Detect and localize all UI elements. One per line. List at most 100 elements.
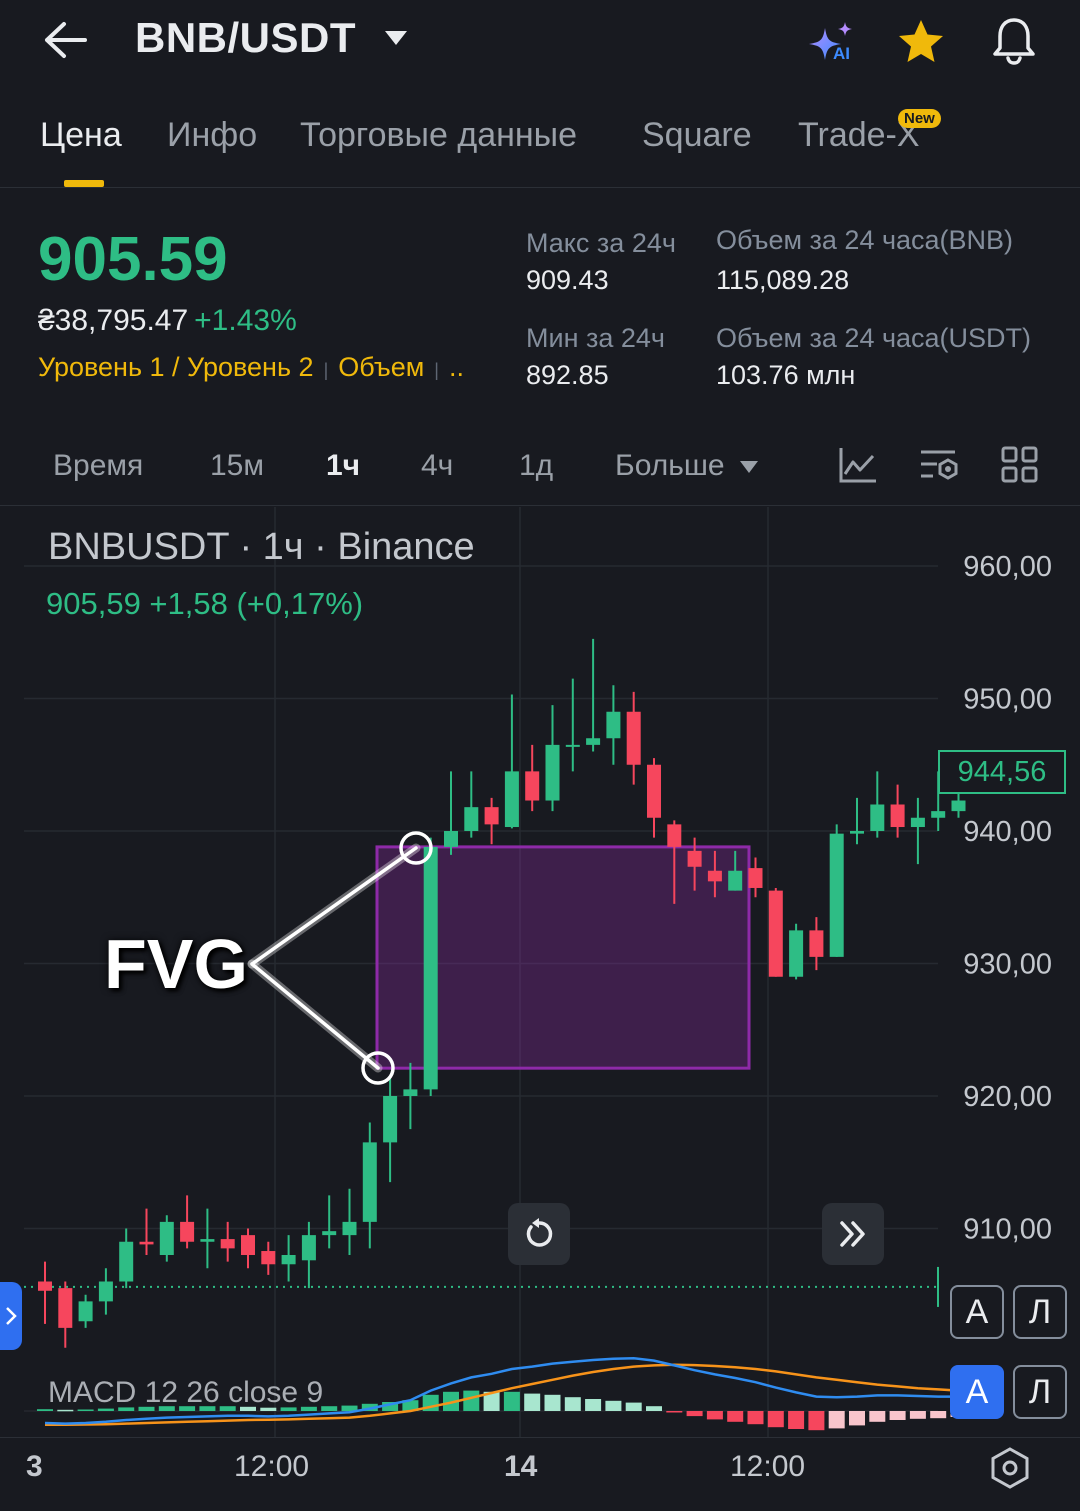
tabs-divider xyxy=(0,187,1080,188)
macd-histogram-bar xyxy=(869,1411,886,1422)
interval-time[interactable]: Время xyxy=(53,449,143,483)
candle-body xyxy=(606,711,621,739)
pair-title[interactable]: BNB/USDT xyxy=(135,14,356,62)
tab-info[interactable]: Инфо xyxy=(167,116,257,155)
candle-body xyxy=(890,804,905,828)
candle-body xyxy=(78,1301,93,1322)
x-tick-label: 12:00 xyxy=(730,1450,806,1483)
order-book-levels-link[interactable]: Уровень 1 / Уровень 2 xyxy=(38,352,314,382)
candle-body xyxy=(545,744,560,801)
volume-quote-label: Объем за 24 часа(USDT) xyxy=(716,323,1032,353)
candle-body xyxy=(464,807,479,831)
log-scale-button-macd[interactable]: Л xyxy=(1013,1365,1067,1419)
candle-body xyxy=(281,1255,296,1265)
macd-histogram-bar xyxy=(808,1411,825,1431)
reset-chart-button[interactable] xyxy=(508,1203,570,1265)
chart-summary: 905,59 +1,58 (+0,17%) xyxy=(46,586,364,621)
y-tick-label: 950,00 xyxy=(963,684,1052,716)
interval-more-label: Больше xyxy=(615,449,725,482)
ai-badge: AI xyxy=(833,44,850,63)
macd-histogram-bar xyxy=(625,1402,642,1411)
candle-body xyxy=(789,930,804,977)
candle-body xyxy=(444,831,458,847)
candle-body xyxy=(241,1235,255,1255)
macd-histogram-bar xyxy=(666,1411,683,1413)
active-tab-indicator xyxy=(64,180,104,187)
candle-body xyxy=(58,1288,73,1328)
candle-body xyxy=(870,804,885,831)
macd-histogram-bar xyxy=(788,1411,805,1429)
fiat-price: ₴38,795.47 xyxy=(38,304,189,337)
macd-histogram-bar xyxy=(828,1411,845,1429)
log-scale-button-main[interactable]: Л xyxy=(1013,1285,1067,1339)
macd-histogram-bar xyxy=(605,1400,622,1411)
chevron-right-icon xyxy=(6,1307,17,1325)
candle-body xyxy=(383,1096,398,1143)
indicator-chart-icon[interactable] xyxy=(838,446,878,484)
macd-histogram-bar xyxy=(889,1411,906,1420)
macd-histogram-bar xyxy=(767,1411,784,1428)
last-price: 905.59 xyxy=(38,225,228,294)
candle-body xyxy=(951,800,966,812)
macd-histogram-bar xyxy=(706,1411,723,1420)
candle-body xyxy=(180,1221,195,1242)
chart-settings-icon[interactable] xyxy=(919,446,961,486)
candle-body xyxy=(98,1281,113,1302)
caret-down-icon xyxy=(739,461,758,474)
bell-notification-icon[interactable] xyxy=(990,16,1038,66)
candle-body xyxy=(910,817,925,828)
low-24h-label: Мин за 24ч xyxy=(526,323,665,353)
more-links[interactable]: .. xyxy=(449,352,464,382)
interval-15m[interactable]: 15м xyxy=(210,449,264,483)
interval-4h[interactable]: 4ч xyxy=(421,449,453,483)
auto-scale-button-main[interactable]: A xyxy=(950,1285,1004,1339)
high-24h-value: 909.43 xyxy=(526,265,609,295)
double-chevron-right-icon xyxy=(840,1221,865,1247)
auto-scale-button-macd[interactable]: A xyxy=(950,1365,1004,1419)
star-favorite-icon[interactable] xyxy=(896,18,946,66)
chart-settings-hex-icon[interactable] xyxy=(988,1446,1032,1490)
macd-histogram-bar xyxy=(727,1411,744,1422)
tab-trading-data[interactable]: Торговые данные xyxy=(300,116,577,155)
candle-body xyxy=(565,744,580,747)
candle-body xyxy=(768,890,783,977)
candle-body xyxy=(423,846,438,1090)
macd-histogram-bar xyxy=(57,1409,74,1412)
tab-price[interactable]: Цена xyxy=(40,116,122,155)
candle-body xyxy=(362,1142,377,1222)
candle-body xyxy=(322,1231,337,1236)
caret-down-icon[interactable] xyxy=(384,30,408,46)
candle-body xyxy=(626,711,641,765)
candle-body xyxy=(403,1089,418,1096)
candle-body xyxy=(301,1235,316,1261)
candle-body xyxy=(159,1221,174,1255)
y-tick-label: 920,00 xyxy=(963,1081,1052,1113)
grid-layout-icon[interactable] xyxy=(1001,446,1039,484)
drawing-panel-toggle[interactable] xyxy=(0,1282,22,1350)
candle-body xyxy=(647,764,661,818)
interval-1d[interactable]: 1д xyxy=(519,449,553,483)
tab-square[interactable]: Square xyxy=(642,116,752,155)
separator: | xyxy=(434,360,439,380)
candle-body xyxy=(484,807,499,825)
macd-histogram-bar xyxy=(909,1411,926,1419)
candle-body xyxy=(504,771,519,828)
volume-link[interactable]: Объем xyxy=(338,352,424,382)
interval-more[interactable]: Больше xyxy=(615,449,759,483)
volume-quote-value: 103.76 млн xyxy=(716,360,856,390)
candle-body xyxy=(667,824,682,847)
separator: | xyxy=(323,360,329,380)
candle-body xyxy=(220,1239,235,1249)
chart-title: BNBUSDT · 1ч · Binance xyxy=(48,526,475,568)
back-arrow-icon[interactable] xyxy=(42,20,88,60)
volume-base-value: 115,089.28 xyxy=(716,265,850,295)
macd-histogram-bar xyxy=(585,1399,602,1411)
ai-assistant-button[interactable]: AI xyxy=(803,20,859,68)
macd-histogram-bar xyxy=(849,1411,865,1426)
macd-histogram-bar xyxy=(503,1391,520,1411)
candle-body xyxy=(931,811,946,818)
y-tick-label: 910,00 xyxy=(963,1214,1052,1246)
scroll-to-latest-button[interactable] xyxy=(822,1203,884,1265)
interval-1h[interactable]: 1ч xyxy=(326,449,360,483)
candle-body xyxy=(525,771,540,801)
